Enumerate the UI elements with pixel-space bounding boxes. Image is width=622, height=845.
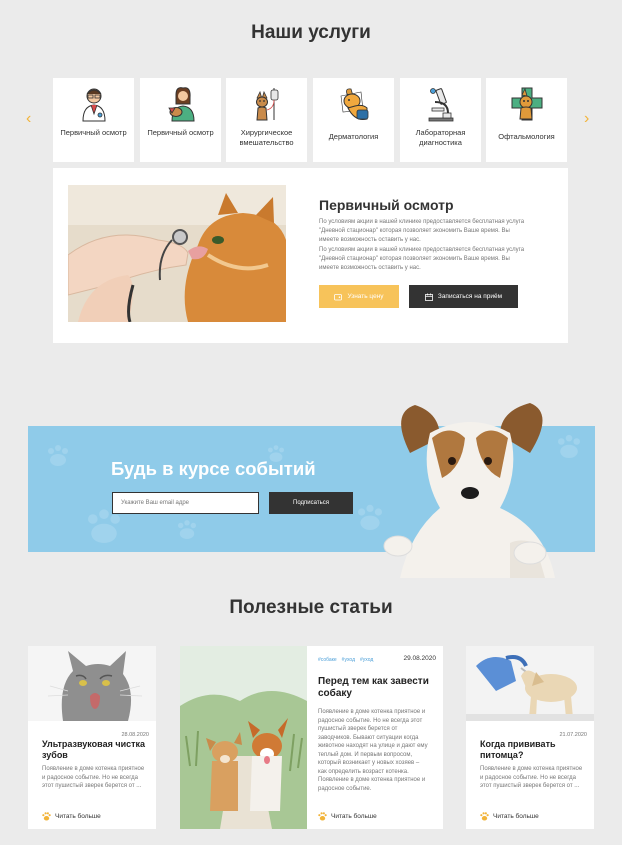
article-title[interactable]: Ультразвуковая чистка зубов <box>42 739 150 761</box>
read-more-link[interactable]: Читать больше <box>480 812 539 821</box>
read-more-label: Читать больше <box>331 813 377 820</box>
article-title[interactable]: Перед тем как завести собаку <box>318 676 433 700</box>
doctor-icon <box>81 88 106 122</box>
service-card-label: Хирургическое вмешательство <box>239 128 294 147</box>
read-more-link[interactable]: Читать больше <box>42 812 101 821</box>
service-detail-paragraph: По условиям акции в нашей клинике предос… <box>319 219 525 243</box>
article-tags: #собаке #уход #уход <box>318 657 373 663</box>
service-card-exam-2[interactable]: Первичный осмотр <box>140 78 221 162</box>
dogs-image <box>180 646 307 829</box>
article-excerpt: Появление в доме котенка приятное и радо… <box>480 766 583 789</box>
service-card-label: Офтальмология <box>498 132 555 141</box>
service-card-ophthalmology[interactable]: Офтальмология <box>486 78 567 162</box>
wallet-icon <box>334 293 343 300</box>
read-more-label: Читать больше <box>55 813 101 820</box>
service-detail-title: Первичный осмотр <box>319 197 454 213</box>
service-card-label: Первичный осмотр <box>60 128 127 137</box>
article-card[interactable]: 28.08.2020 Ультразвуковая чистка зубов П… <box>28 646 156 829</box>
chevron-left-icon[interactable]: ‹ <box>26 110 31 128</box>
dog-iv-drip-icon <box>255 88 278 121</box>
cat-stethoscope-image <box>68 185 286 322</box>
email-input[interactable]: Укажите Ваш email адре <box>112 492 259 514</box>
read-more-label: Читать больше <box>493 813 539 820</box>
price-button[interactable]: Узнать цену <box>319 285 399 308</box>
paw-icon <box>480 812 489 821</box>
article-date: 28.08.2020 <box>121 732 149 738</box>
article-card-featured[interactable]: #собаке #уход #уход 29.08.2020 Перед тем… <box>180 646 443 829</box>
chevron-right-icon[interactable]: › <box>584 110 589 128</box>
book-button-label: Записаться на приём <box>437 293 503 300</box>
article-excerpt: Появление в доме котенка приятное и радо… <box>318 709 428 792</box>
service-card-surgery[interactable]: Хирургическое вмешательство <box>226 78 307 162</box>
service-card-dermatology[interactable]: Дерматология <box>313 78 394 162</box>
book-appointment-button[interactable]: Записаться на приём <box>409 285 518 308</box>
services-title: Наши услуги <box>251 22 371 43</box>
service-card-lab[interactable]: Лабораторная диагностика <box>400 78 481 162</box>
paw-icon <box>42 812 51 821</box>
article-tag[interactable]: #уход <box>342 657 355 663</box>
article-tag[interactable]: #уход <box>360 657 373 663</box>
article-date: 29.08.2020 <box>403 655 436 662</box>
eye-clinic-icon <box>511 87 542 121</box>
article-card[interactable]: 21.07.2020 Когда прививать питомца? Появ… <box>466 646 594 829</box>
jack-russell-image <box>383 403 555 578</box>
article-excerpt: Появление в доме котенка приятное и радо… <box>42 766 145 789</box>
vet-with-dog-icon <box>167 87 195 122</box>
calendar-icon <box>424 293 433 301</box>
price-button-label: Узнать цену <box>347 293 384 300</box>
service-card-label: Первичный осмотр <box>147 128 214 137</box>
paw-icon <box>318 812 327 821</box>
subscribe-button[interactable]: Подписаться <box>269 492 353 514</box>
service-detail-paragraph: По условиям акции в нашей клинике предос… <box>319 247 525 271</box>
service-card-exam[interactable]: Первичный осмотр <box>53 78 134 162</box>
newsletter-title: Будь в курсе событий <box>111 458 316 479</box>
cat-image <box>28 646 156 721</box>
read-more-link[interactable]: Читать больше <box>318 812 377 821</box>
service-detail-panel: Первичный осмотр По условиям акции в наш… <box>53 168 568 343</box>
article-tag[interactable]: #собаке <box>318 657 337 663</box>
microscope-icon <box>428 88 453 122</box>
service-card-label: Лабораторная диагностика <box>415 128 466 147</box>
article-date: 21.07.2020 <box>559 732 587 738</box>
service-card-label: Дерматология <box>328 132 379 141</box>
articles-title: Полезные статьи <box>229 597 393 618</box>
dog-cone-icon <box>340 88 368 120</box>
article-title[interactable]: Когда прививать питомца? <box>480 739 588 761</box>
puppy-vaccination-image <box>466 646 594 721</box>
